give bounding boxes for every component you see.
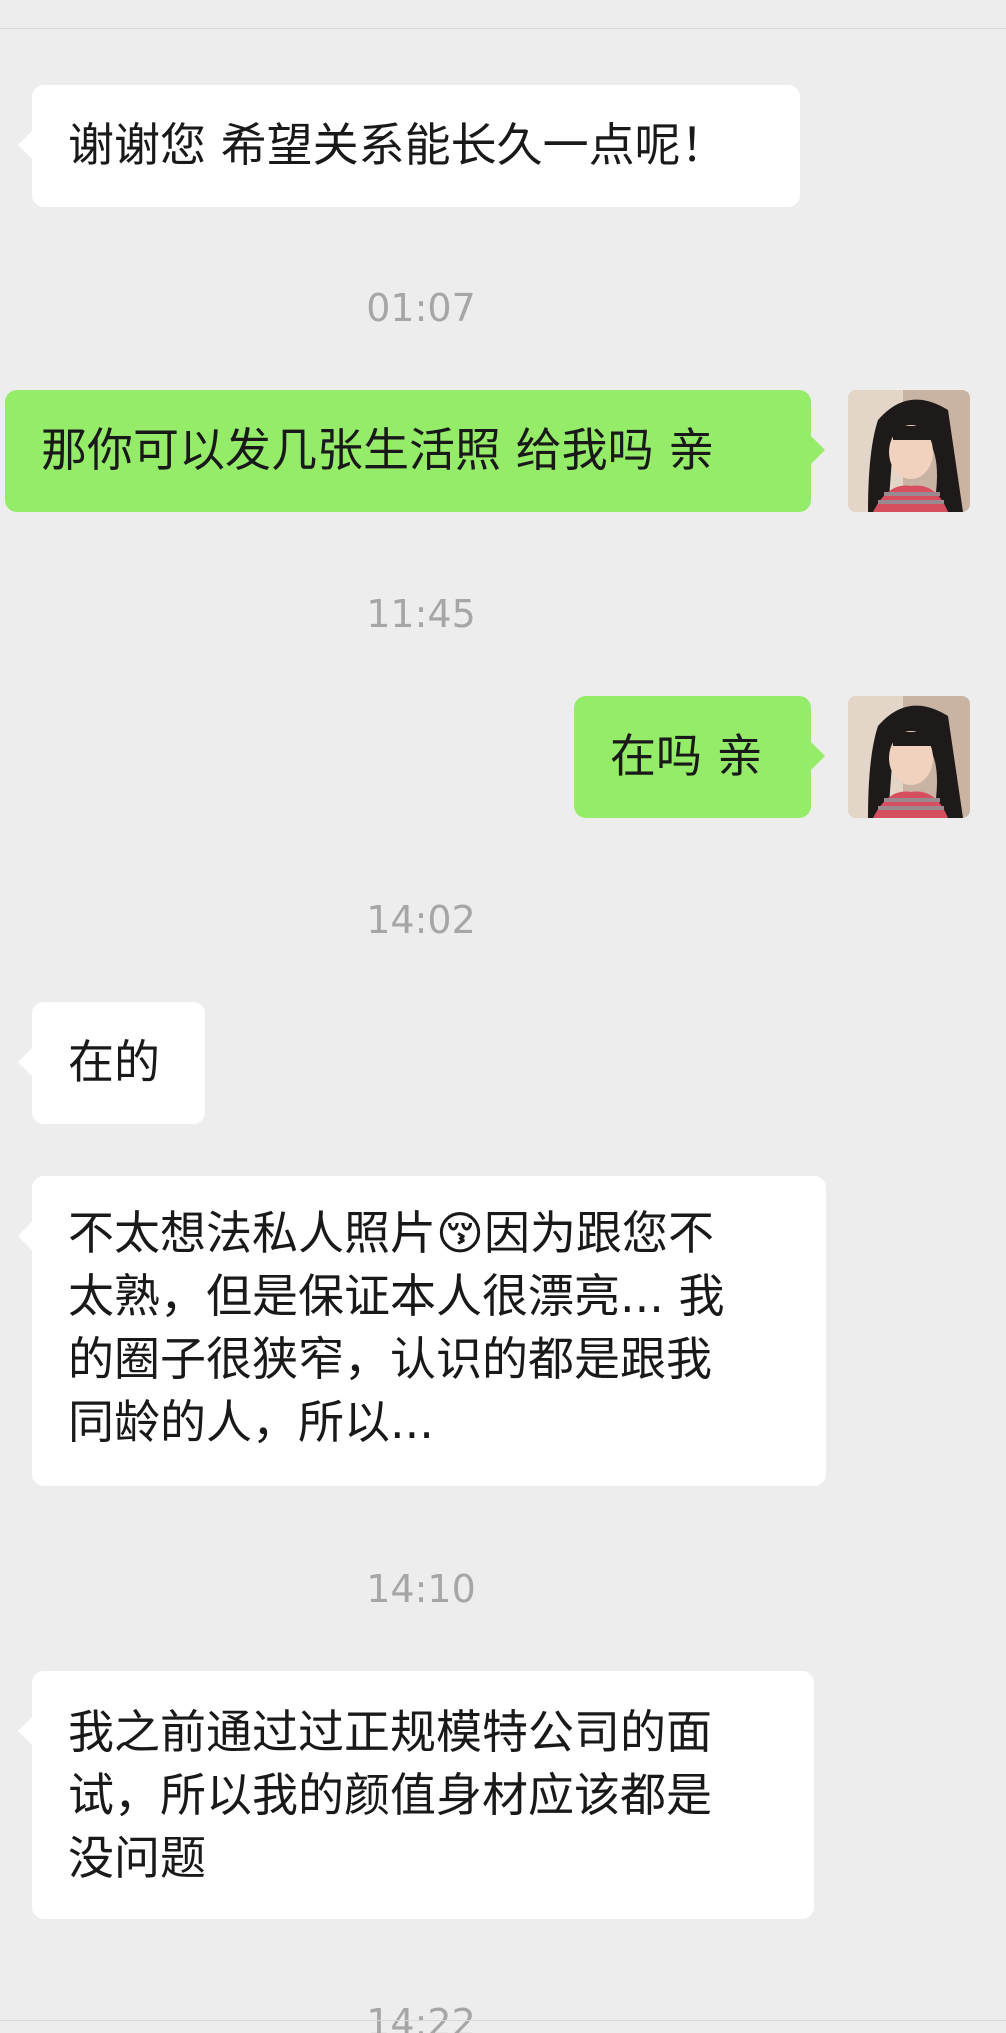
message-text-line: 同龄的人，所以...	[68, 1395, 434, 1449]
timestamp: 11:45	[366, 592, 476, 636]
message-text-line: 我之前通过过正规模特公司的面	[68, 1705, 712, 1759]
avatar[interactable]	[848, 390, 970, 512]
avatar[interactable]	[848, 696, 970, 818]
message-sent[interactable]: 那你可以发几张生活照 给我吗 亲	[5, 390, 825, 512]
message-text: 那你可以发几张生活照 给我吗 亲	[41, 423, 715, 477]
message-received[interactable]: 谢谢您 希望关系能长久一点呢！	[18, 85, 800, 207]
message-received[interactable]: 在的	[18, 1002, 205, 1124]
chat-view: 谢谢您 希望关系能长久一点呢！ 01:07 那你可以发几张生活照 给我吗 亲 1…	[0, 0, 1006, 2033]
message-text: 谢谢您 希望关系能长久一点呢！	[68, 118, 727, 172]
message-received[interactable]: 我之前通过过正规模特公司的面 试，所以我的颜值身材应该都是 没问题	[18, 1671, 814, 1919]
message-text-line: 没问题	[68, 1831, 206, 1885]
bottom-divider	[0, 2020, 1006, 2021]
message-sent[interactable]: 在吗 亲	[574, 696, 825, 818]
message-text-line: 不太想法私人照片😚因为跟您不	[68, 1206, 714, 1260]
top-divider	[0, 28, 1006, 29]
timestamp: 14:10	[366, 1567, 476, 1611]
message-text-line: 太熟，但是保证本人很漂亮... 我	[68, 1269, 725, 1323]
timestamp: 14:22	[366, 2001, 476, 2033]
timestamp: 14:02	[366, 898, 476, 942]
avatar-photo-icon	[848, 696, 970, 818]
avatar-photo-icon	[848, 390, 970, 512]
message-received[interactable]: 不太想法私人照片😚因为跟您不 太熟，但是保证本人很漂亮... 我 的圈子很狭窄，…	[18, 1176, 826, 1486]
timestamp: 01:07	[366, 286, 476, 330]
message-text: 在吗 亲	[610, 729, 763, 783]
message-text-line: 试，所以我的颜值身材应该都是	[68, 1768, 712, 1822]
message-text-line: 的圈子很狭窄，认识的都是跟我	[68, 1332, 712, 1386]
message-text: 在的	[68, 1035, 160, 1089]
